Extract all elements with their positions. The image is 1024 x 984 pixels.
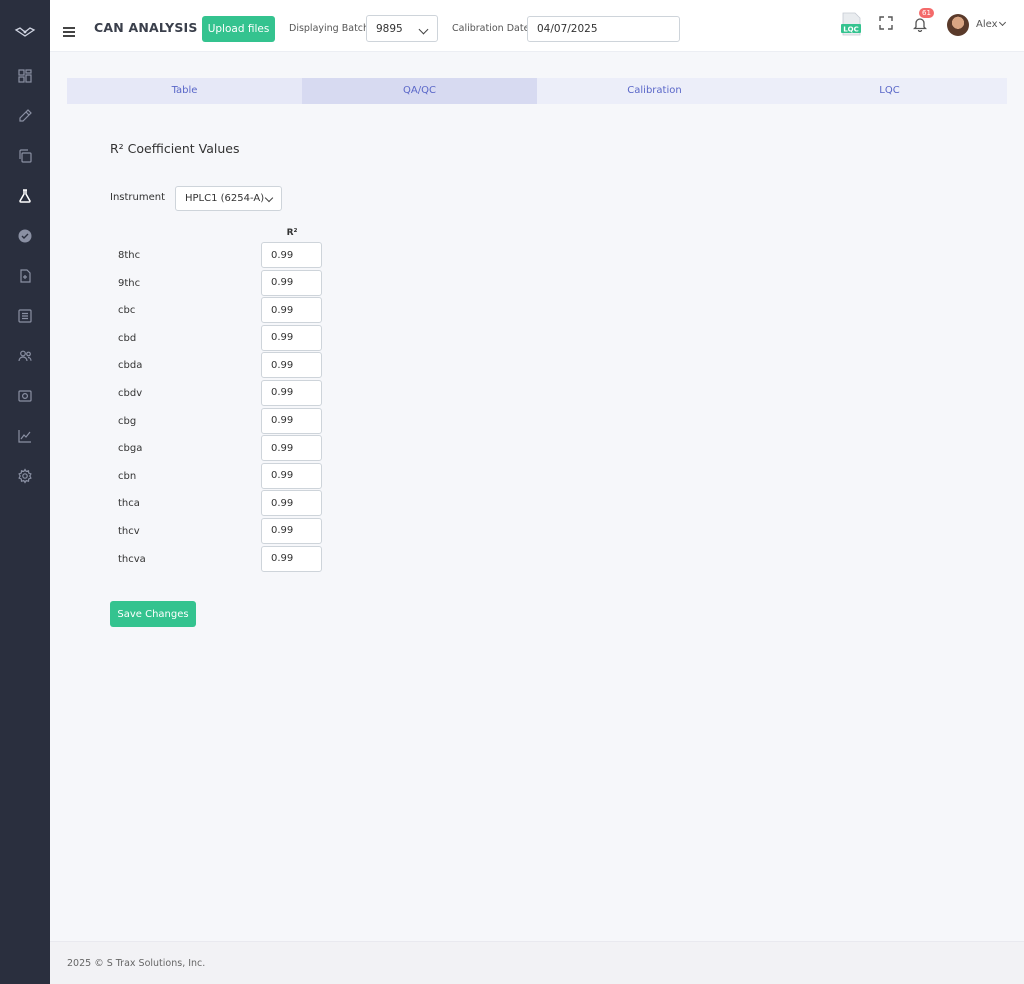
- tab-lqc[interactable]: LQC: [772, 78, 1007, 104]
- lqc-icon-text: LQC: [843, 25, 859, 33]
- flask-icon[interactable]: [16, 187, 34, 205]
- table-row: thcva: [117, 545, 327, 574]
- upload-files-button[interactable]: Upload files: [202, 16, 275, 42]
- batch-select-value: 9895: [376, 23, 403, 35]
- tab-bar: Table QA/QC Calibration LQC: [67, 78, 1007, 104]
- table-row: cbda: [117, 352, 327, 380]
- analyte-name: cbg: [118, 415, 137, 427]
- r2-value-input[interactable]: [261, 297, 322, 324]
- r2-table: 8thc 9thc cbc cbd cbda cbdv cbg cbga cbn…: [117, 242, 327, 573]
- copy-icon[interactable]: [16, 147, 34, 165]
- chevron-down-icon: [264, 193, 274, 203]
- table-row: cbc: [117, 297, 327, 325]
- table-row: thca: [117, 490, 327, 518]
- r2-value-input[interactable]: [261, 435, 322, 462]
- r2-value-input[interactable]: [261, 379, 322, 406]
- table-row: cbd: [117, 324, 327, 353]
- settings-icon[interactable]: [16, 467, 34, 485]
- analyte-name: cbda: [118, 360, 143, 372]
- avatar[interactable]: [947, 14, 969, 36]
- analyte-name: cbd: [118, 332, 137, 344]
- pencil-icon[interactable]: [16, 107, 34, 125]
- lqc-file-icon[interactable]: LQC: [840, 12, 862, 36]
- users-icon[interactable]: [16, 347, 34, 365]
- bell-icon[interactable]: [913, 16, 927, 32]
- table-row: cbga: [117, 435, 327, 463]
- r2-value-input[interactable]: [261, 545, 322, 572]
- table-row: 8thc: [117, 242, 327, 270]
- save-changes-button[interactable]: Save Changes: [110, 601, 196, 627]
- instrument-select-value: HPLC1 (6254-A): [185, 193, 265, 204]
- chart-icon[interactable]: [16, 427, 34, 445]
- r2-value-input[interactable]: [261, 352, 322, 379]
- r2-value-input[interactable]: [261, 490, 322, 517]
- fullscreen-icon[interactable]: [879, 16, 893, 30]
- tab-table[interactable]: Table: [67, 78, 302, 104]
- analyte-name: thcv: [118, 525, 140, 537]
- notification-badge: 61: [919, 8, 934, 18]
- r2-value-input[interactable]: [261, 269, 322, 296]
- analyte-name: thcva: [118, 553, 146, 565]
- badge-check-icon[interactable]: [16, 227, 34, 245]
- analyte-name: 8thc: [118, 250, 141, 261]
- r2-value-input[interactable]: [261, 242, 322, 268]
- analyte-name: cbc: [118, 305, 136, 317]
- batch-label: Displaying Batch:: [289, 23, 373, 34]
- sidebar: [0, 0, 50, 984]
- dashboard-icon[interactable]: [16, 67, 34, 85]
- top-header: CAN ANALYSIS Upload files Displaying Bat…: [50, 0, 1024, 52]
- batch-select[interactable]: 9895: [366, 15, 438, 42]
- table-row: thcv: [117, 517, 327, 546]
- section-title: R² Coefficient Values: [110, 141, 240, 156]
- calibration-date-label: Calibration Date:: [452, 23, 533, 34]
- table-row: 9thc: [117, 269, 327, 298]
- app-title: CAN ANALYSIS: [94, 20, 198, 35]
- list-icon[interactable]: [16, 307, 34, 325]
- r2-value-input[interactable]: [261, 517, 322, 544]
- table-row: cbdv: [117, 379, 327, 408]
- logo-icon: [14, 27, 36, 37]
- analyte-name: thca: [118, 498, 140, 510]
- calibration-date-input[interactable]: [527, 16, 680, 42]
- analyte-name: cbga: [118, 443, 143, 455]
- tab-qa-qc[interactable]: QA/QC: [302, 78, 537, 104]
- footer: 2025 © S Trax Solutions, Inc.: [50, 941, 1024, 984]
- user-chevron-down-icon[interactable]: [998, 18, 1007, 27]
- analyte-name: 9thc: [118, 277, 141, 289]
- footer-copyright: 2025 © S Trax Solutions, Inc.: [67, 958, 206, 969]
- file-icon[interactable]: [16, 267, 34, 285]
- hamburger-menu-icon[interactable]: [63, 27, 75, 37]
- r2-value-input[interactable]: [261, 407, 322, 434]
- tab-calibration[interactable]: Calibration: [537, 78, 772, 104]
- r2-value-input[interactable]: [261, 462, 322, 489]
- analyte-name: cbn: [118, 470, 137, 482]
- chevron-down-icon: [418, 24, 429, 35]
- r2-column-header: R²: [286, 228, 298, 238]
- instrument-select[interactable]: HPLC1 (6254-A): [175, 186, 282, 211]
- table-row: cbn: [117, 462, 327, 491]
- table-row: cbg: [117, 407, 327, 436]
- r2-value-input[interactable]: [261, 324, 322, 351]
- user-name[interactable]: Alex: [976, 19, 998, 30]
- instrument-label: Instrument: [110, 192, 166, 203]
- camera-icon[interactable]: [16, 387, 34, 405]
- analyte-name: cbdv: [118, 387, 143, 399]
